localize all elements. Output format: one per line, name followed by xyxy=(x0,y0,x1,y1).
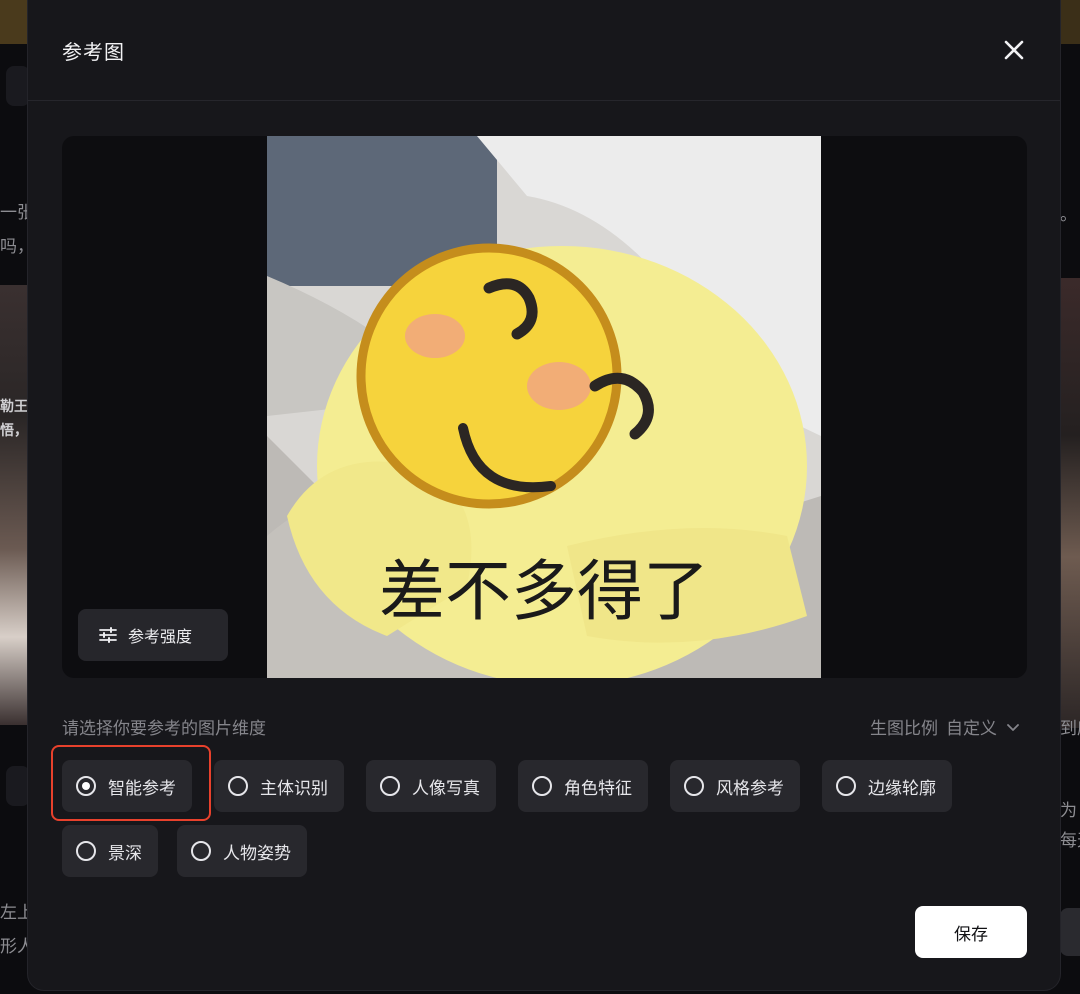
background-text: 为 xyxy=(1060,801,1077,821)
radio-icon xyxy=(228,776,248,796)
reference-strength-button[interactable]: 参考强度 xyxy=(78,609,228,661)
option-label: 主体识别 xyxy=(260,778,328,799)
background-text: 勒王 xyxy=(0,399,28,415)
option-character-features[interactable]: 角色特征 xyxy=(518,760,648,812)
aspect-ratio-label: 生图比例 xyxy=(870,719,938,739)
radio-icon xyxy=(532,776,552,796)
image-preview: 差不多得了 参考强度 xyxy=(62,136,1027,678)
option-edge-contour[interactable]: 边缘轮廓 xyxy=(822,760,952,812)
aspect-ratio-value: 自定义 xyxy=(946,719,997,739)
radio-icon xyxy=(684,776,704,796)
radio-icon xyxy=(191,841,211,861)
close-icon xyxy=(1004,40,1024,60)
option-smart-reference[interactable]: 智能参考 xyxy=(62,760,192,812)
dialog-title: 参考图 xyxy=(62,40,125,64)
close-button[interactable] xyxy=(996,32,1032,68)
chevron-down-icon xyxy=(1007,723,1019,731)
background-poster xyxy=(1058,278,1080,728)
background-chip xyxy=(6,766,30,806)
option-label: 边缘轮廓 xyxy=(868,778,936,799)
option-label: 智能参考 xyxy=(108,778,176,799)
save-button[interactable]: 保存 xyxy=(915,906,1027,958)
radio-icon xyxy=(76,841,96,861)
background-text: 悟， xyxy=(0,423,28,439)
option-label: 景深 xyxy=(108,843,142,864)
background-button xyxy=(1060,908,1080,956)
option-label: 风格参考 xyxy=(716,778,784,799)
dimension-prompt: 请选择你要参考的图片维度 xyxy=(62,719,266,739)
background-poster xyxy=(0,285,30,725)
image-caption: 差不多得了 xyxy=(379,553,709,630)
option-label: 人像写真 xyxy=(412,778,480,799)
option-portrait[interactable]: 人像写真 xyxy=(366,760,496,812)
reference-strength-label: 参考强度 xyxy=(128,627,193,646)
radio-icon xyxy=(836,776,856,796)
background-text: 每天 xyxy=(1060,831,1080,851)
radio-icon xyxy=(380,776,400,796)
background-chip xyxy=(6,66,30,106)
option-label: 角色特征 xyxy=(564,778,632,799)
option-label: 人物姿势 xyxy=(223,843,291,864)
option-subject-recognition[interactable]: 主体识别 xyxy=(214,760,344,812)
dialog-header: 参考图 xyxy=(28,0,1060,101)
reference-image: 差不多得了 xyxy=(267,136,821,678)
option-human-pose[interactable]: 人物姿势 xyxy=(177,825,307,877)
background-text: 。 xyxy=(1060,205,1077,225)
radio-checked-icon xyxy=(76,776,96,796)
reference-image-dialog: 参考图 差不多得了 参考强度 请选择你要参考的图片维度 生图比例 自定义 智能参… xyxy=(28,0,1060,990)
aspect-ratio-select[interactable]: 生图比例 自定义 xyxy=(870,714,1021,739)
background-text: 到底 xyxy=(1060,719,1080,739)
sliders-icon xyxy=(99,627,117,643)
option-style-reference[interactable]: 风格参考 xyxy=(670,760,800,812)
option-depth-of-field[interactable]: 景深 xyxy=(62,825,158,877)
